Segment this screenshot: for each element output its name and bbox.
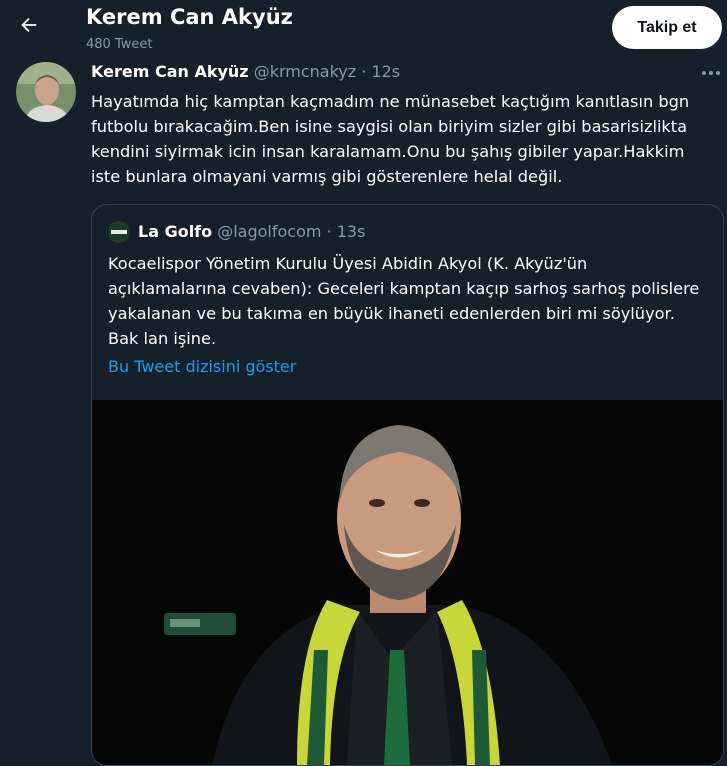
tweet-author-name[interactable]: Kerem Can Akyüz: [91, 62, 249, 81]
follow-button[interactable]: Takip et: [612, 6, 722, 49]
more-horizontal-icon[interactable]: [700, 66, 722, 80]
avatar-image: [16, 62, 76, 122]
quote-header: La Golfo @lagolfocom · 13s: [138, 222, 365, 241]
back-button[interactable]: [14, 10, 44, 40]
quote-time: 13s: [336, 222, 366, 241]
quote-avatar: [108, 221, 130, 243]
profile-name: Kerem Can Akyüz: [86, 5, 293, 29]
quote-author-handle: @lagolfocom: [217, 222, 322, 241]
quote-text: Kocaelispor Yönetim Kurulu Üyesi Abidin …: [108, 254, 700, 348]
person-photo: [92, 400, 723, 765]
arrow-left-icon: [21, 17, 37, 33]
show-thread-link[interactable]: Bu Tweet dizisini göster: [108, 357, 296, 376]
quoted-tweet[interactable]: La Golfo @lagolfocom · 13s Kocaelispor Y…: [91, 204, 724, 766]
quote-photo[interactable]: [92, 400, 723, 765]
tweet-count: 480 Tweet: [86, 37, 153, 52]
tweet-header: Kerem Can Akyüz @krmcnakyz · 12s: [91, 62, 400, 81]
tweet-time[interactable]: 12s: [371, 62, 400, 81]
meta-separator: ·: [326, 222, 332, 241]
profile-header: Kerem Can Akyüz 480 Tweet Takip et: [0, 0, 727, 58]
la-golfo-logo: [108, 221, 130, 243]
tweet-author-handle[interactable]: @krmcnakyz: [254, 62, 356, 81]
meta-separator: ·: [361, 62, 367, 81]
quote-author-name: La Golfo: [138, 222, 213, 241]
avatar[interactable]: [16, 62, 76, 122]
tweet-text: Hayatımda hiç kamptan kaçmadım ne münase…: [91, 92, 690, 186]
